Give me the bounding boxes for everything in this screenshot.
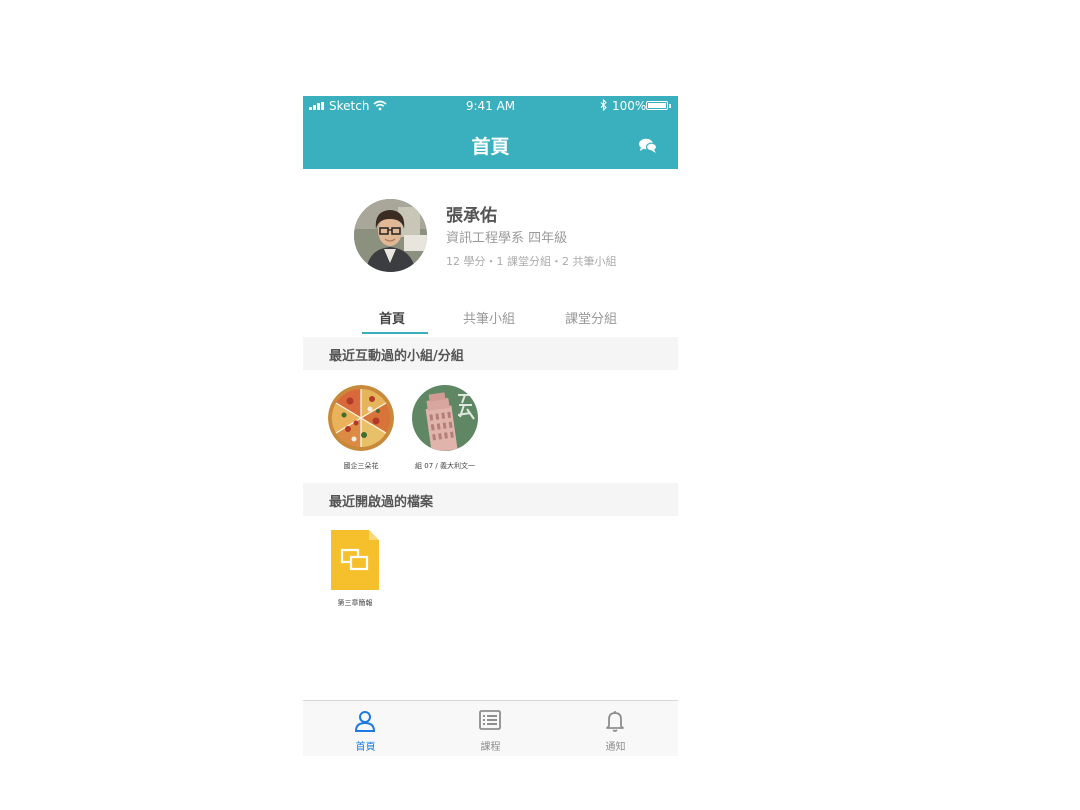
- app-header: Sketch 9:41 AM 100% 首頁: [303, 96, 678, 169]
- pizza-image: [328, 385, 394, 451]
- battery-tip: [669, 104, 671, 108]
- battery-icon: [646, 101, 668, 110]
- tab-active-indicator: [362, 332, 428, 334]
- avatar[interactable]: [354, 199, 427, 272]
- profile-stats: 12 學分・1 課堂分組・2 共筆小組: [446, 255, 617, 268]
- tabbar-item-courses[interactable]: 課程: [428, 701, 553, 756]
- avatar-photo: [354, 199, 427, 272]
- tabbar-label-notifications: 通知: [605, 742, 626, 753]
- phone-screen: Sketch 9:41 AM 100% 首頁 張承佑 資訊工程學系 四年級 12…: [303, 96, 678, 756]
- tab-class-groups[interactable]: 課堂分組: [565, 308, 617, 327]
- tab-home[interactable]: 首頁: [379, 308, 405, 327]
- group-thumbnail-pizza[interactable]: [328, 385, 394, 451]
- person-icon: [354, 711, 376, 732]
- profile-department: 資訊工程學系 四年級: [446, 231, 568, 246]
- bluetooth-icon: [600, 99, 607, 111]
- recent-files-header: 最近開啟過的檔案: [303, 483, 678, 516]
- chat-icon[interactable]: [637, 136, 659, 156]
- recent-groups-header: 最近互動過的小組/分組: [303, 337, 678, 370]
- group-thumbnail-italian[interactable]: [412, 385, 478, 451]
- bottom-tab-bar: 首頁 課程 通知: [303, 700, 678, 756]
- page-title: 首頁: [471, 136, 510, 158]
- file-label: 第三章簡報: [337, 599, 373, 607]
- slides-file-icon[interactable]: [331, 530, 379, 590]
- tabbar-item-home[interactable]: 首頁: [303, 701, 428, 756]
- tab-note-groups[interactable]: 共筆小組: [463, 308, 515, 327]
- battery-percent: 100%: [612, 99, 647, 113]
- recent-groups-title: 最近互動過的小組/分組: [329, 349, 464, 364]
- tabbar-label-home: 首頁: [355, 742, 376, 753]
- status-bar: Sketch 9:41 AM 100%: [303, 96, 678, 116]
- list-icon: [479, 710, 501, 730]
- group-label-italian: 組 07 / 義大利文一: [415, 462, 475, 470]
- bell-icon: [606, 711, 624, 732]
- pisa-tower-image: [412, 385, 478, 451]
- tabbar-label-courses: 課程: [480, 742, 501, 753]
- profile-name: 張承佑: [446, 206, 497, 226]
- tabbar-item-notifications[interactable]: 通知: [553, 701, 678, 756]
- recent-files-title: 最近開啟過的檔案: [329, 495, 434, 510]
- group-label-pizza: 國企三朵花: [343, 462, 379, 470]
